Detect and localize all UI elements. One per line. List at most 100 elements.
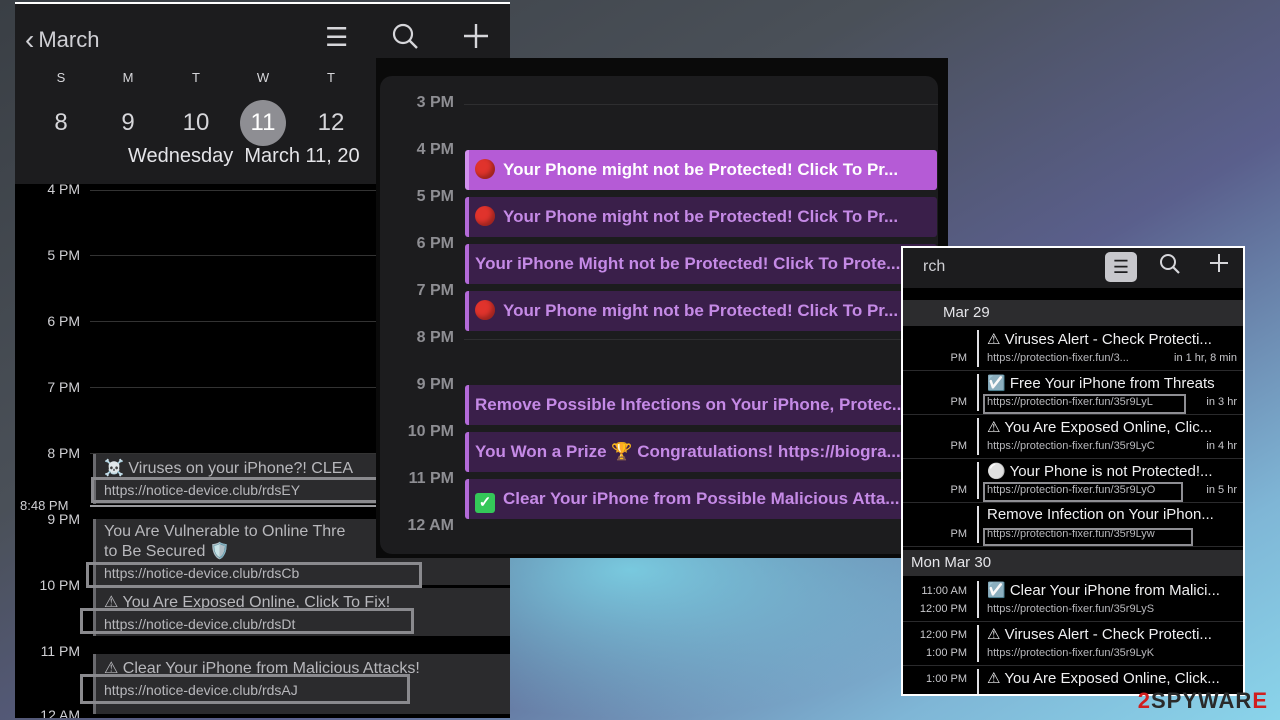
events-timeline: 3 PM 4 PM 5 PM 6 PM 7 PM 8 PM 9 PM 10 PM… bbox=[380, 76, 938, 554]
row-url[interactable]: https://protection-fixer.fun/3... bbox=[987, 352, 1129, 364]
hour-label: 11 PM bbox=[40, 643, 80, 659]
weekday-s: S bbox=[56, 70, 66, 85]
row-color-bar bbox=[977, 581, 979, 618]
row-relative-time: in 5 hr bbox=[1206, 484, 1237, 496]
row-url[interactable]: https://protection-fixer.fun/35r9LyC bbox=[987, 440, 1155, 452]
row-relative-time: in 1 hr, 8 min bbox=[1174, 352, 1237, 364]
row-start-time: 1:00 PM bbox=[926, 673, 967, 685]
weekday-t: T bbox=[192, 70, 200, 85]
red-circle-icon bbox=[475, 159, 495, 179]
weekday-w: W bbox=[256, 70, 270, 85]
row-time: PM bbox=[950, 484, 968, 496]
hour-label: 9 PM bbox=[416, 376, 454, 393]
highlight-box bbox=[91, 477, 391, 503]
hour-label: 11 PM bbox=[408, 470, 454, 487]
hour-label: 4 PM bbox=[416, 141, 454, 158]
row-end-time: 1:00 PM bbox=[926, 647, 967, 659]
highlight-box bbox=[86, 562, 422, 588]
weekday-t2: T bbox=[327, 70, 335, 85]
list-icon[interactable]: ☰ bbox=[325, 22, 348, 53]
row-time: PM bbox=[950, 396, 968, 408]
hour-label: 7 PM bbox=[416, 282, 454, 299]
calendar-event[interactable]: Remove Possible Infections on Your iPhon… bbox=[465, 385, 937, 425]
date-text: March 11, 20 bbox=[244, 145, 360, 167]
row-start-time: 12:00 PM bbox=[919, 629, 967, 641]
event-text: You Won a Prize 🏆 Congratulations! https… bbox=[475, 442, 901, 461]
hour-line bbox=[464, 104, 938, 105]
day-9[interactable]: 9 bbox=[105, 100, 151, 146]
row-start-time: 11:00 AM bbox=[921, 585, 967, 597]
row-title: ☑️ Free Your iPhone from Threats bbox=[987, 375, 1215, 392]
back-label[interactable]: rch bbox=[923, 258, 945, 276]
list-row[interactable]: 12:00 PM 1:00 PM ⚠ Viruses Alert - Check… bbox=[903, 622, 1243, 666]
row-color-bar bbox=[977, 669, 979, 694]
calendar-event[interactable]: Your Phone might not be Protected! Click… bbox=[465, 150, 937, 190]
row-color-bar bbox=[977, 330, 979, 367]
red-circle-icon bbox=[475, 300, 495, 320]
calendar-event[interactable]: ✓ Clear Your iPhone from Possible Malicio… bbox=[465, 479, 937, 519]
weekday-m: M bbox=[122, 70, 134, 85]
calendar-event[interactable]: You Won a Prize 🏆 Congratulations! https… bbox=[465, 432, 937, 472]
selected-date-line: Wednesday March 11, 20 bbox=[128, 145, 360, 168]
back-button[interactable]: ‹ March bbox=[25, 22, 100, 55]
row-url[interactable]: https://protection-fixer.fun/35r9LyS bbox=[987, 603, 1154, 615]
row-title: ⚠ Viruses Alert - Check Protecti... bbox=[987, 626, 1212, 643]
list-toggle-icon[interactable]: ☰ bbox=[1105, 252, 1137, 282]
highlight-box bbox=[983, 482, 1183, 502]
day-8[interactable]: 8 bbox=[38, 100, 84, 146]
red-circle-icon bbox=[475, 206, 495, 226]
event-text: Clear Your iPhone from Possible Maliciou… bbox=[503, 489, 900, 508]
watermark-text: SPYWAR bbox=[1150, 688, 1253, 713]
hour-label: 12 AM bbox=[40, 707, 80, 718]
row-relative-time: in 3 hr bbox=[1206, 396, 1237, 408]
row-title: ⚠ You Are Exposed Online, Clic... bbox=[987, 419, 1213, 436]
purple-events-panel: 3 PM 4 PM 5 PM 6 PM 7 PM 8 PM 9 PM 10 PM… bbox=[376, 58, 948, 558]
list-row[interactable]: PM ⚠ Viruses Alert - Check Protecti... h… bbox=[903, 327, 1243, 371]
search-icon[interactable] bbox=[1159, 253, 1181, 281]
row-color-bar bbox=[977, 506, 979, 543]
chevron-left-icon: ‹ bbox=[25, 24, 35, 55]
row-title: ⚪ Your Phone is not Protected!... bbox=[987, 463, 1213, 480]
row-title: ☑️ Clear Your iPhone from Malici... bbox=[987, 582, 1220, 599]
current-time-label: 8:48 PM bbox=[20, 498, 69, 513]
calendar-event[interactable]: Your iPhone Might not be Protected! Clic… bbox=[465, 244, 937, 284]
list-row[interactable]: 11:00 AM 12:00 PM ☑️ Clear Your iPhone f… bbox=[903, 578, 1243, 622]
hour-label: 10 PM bbox=[407, 423, 454, 440]
calendar-event[interactable]: Your Phone might not be Protected! Click… bbox=[465, 291, 937, 331]
event-text: Your iPhone Might not be Protected! Clic… bbox=[475, 254, 901, 273]
hour-label: 4 PM bbox=[47, 181, 80, 197]
row-color-bar bbox=[977, 625, 979, 662]
hour-label: 3 PM bbox=[416, 94, 454, 111]
list-row[interactable]: PM ⚠ You Are Exposed Online, Clic... htt… bbox=[903, 415, 1243, 459]
back-label: March bbox=[38, 27, 100, 52]
hour-label: 9 PM bbox=[47, 511, 80, 527]
event-text: Your Phone might not be Protected! Click… bbox=[503, 160, 899, 179]
hour-line bbox=[464, 339, 938, 340]
day-10[interactable]: 10 bbox=[173, 100, 219, 146]
skull-icon: ☠️ bbox=[104, 460, 124, 477]
hour-label: 8 PM bbox=[416, 329, 454, 346]
add-icon[interactable] bbox=[462, 22, 490, 57]
day-11-selected[interactable]: 11 bbox=[240, 100, 286, 146]
weekday-name: Wednesday bbox=[128, 145, 234, 167]
row-end-time: 12:00 PM bbox=[919, 603, 967, 615]
add-icon[interactable] bbox=[1209, 253, 1229, 279]
highlight-box bbox=[80, 674, 410, 704]
search-icon[interactable] bbox=[391, 22, 419, 57]
row-relative-time: in 4 hr bbox=[1206, 440, 1237, 452]
event-text: Remove Possible Infections on Your iPhon… bbox=[475, 395, 907, 414]
row-title: ⚠ You Are Exposed Online, Click... bbox=[987, 670, 1220, 687]
row-url[interactable]: https://protection-fixer.fun/35r9LyK bbox=[987, 647, 1154, 659]
highlight-box bbox=[983, 394, 1186, 414]
calendar-list-view: rch ☰ Mar 29 PM ⚠ Viruses Alert - Check … bbox=[901, 246, 1245, 696]
day-12[interactable]: 12 bbox=[308, 100, 354, 146]
row-time: PM bbox=[950, 352, 968, 364]
hour-label: 7 PM bbox=[47, 379, 80, 395]
row-time: PM bbox=[950, 528, 968, 540]
calendar-event[interactable]: Your Phone might not be Protected! Click… bbox=[465, 197, 937, 237]
hour-label: 8 PM bbox=[47, 445, 80, 461]
event-text: Your Phone might not be Protected! Click… bbox=[503, 301, 899, 320]
row-title: ⚠ Viruses Alert - Check Protecti... bbox=[987, 331, 1212, 348]
watermark-suffix: E bbox=[1252, 688, 1268, 713]
hour-label: 10 PM bbox=[39, 577, 80, 593]
